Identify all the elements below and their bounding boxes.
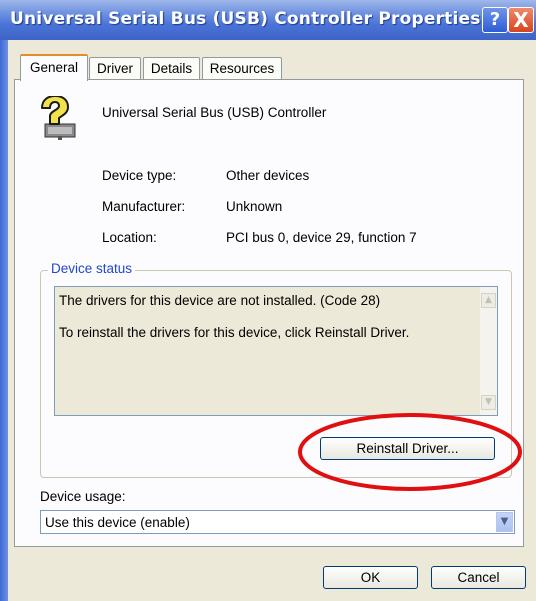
device-usage-value: Use this device (enable) (45, 515, 190, 530)
tab-resources[interactable]: Resources (202, 57, 282, 80)
device-type-label: Device type: (102, 168, 177, 183)
device-usage-label: Device usage: (40, 489, 126, 504)
scroll-up-arrow-icon[interactable]: ▲ (481, 293, 496, 308)
manufacturer-label: Manufacturer: (102, 199, 186, 214)
device-type-value: Other devices (226, 168, 310, 183)
help-button[interactable]: ? (482, 7, 508, 33)
location-value: PCI bus 0, device 29, function 7 (226, 230, 417, 245)
title-bar[interactable]: Universal Serial Bus (USB) Controller Pr… (0, 0, 536, 40)
location-label: Location: (102, 230, 157, 245)
device-status-textbox[interactable]: The drivers for this device are not inst… (54, 286, 498, 416)
status-line-code: The drivers for this device are not inst… (59, 293, 381, 308)
window-frame-left (0, 40, 8, 601)
status-line-instruction: To reinstall the drivers for this device… (59, 325, 410, 340)
status-scrollbar[interactable]: ▲ ▼ (480, 287, 497, 415)
tab-details[interactable]: Details (143, 57, 200, 80)
window-title: Universal Serial Bus (USB) Controller Pr… (10, 9, 481, 29)
tab-driver[interactable]: Driver (89, 57, 141, 80)
reinstall-driver-button[interactable]: Reinstall Driver... (320, 437, 495, 460)
properties-dialog: Universal Serial Bus (USB) Controller Pr… (0, 0, 536, 601)
manufacturer-value: Unknown (226, 199, 283, 214)
chevron-down-icon[interactable]: ▼ (496, 512, 513, 532)
ok-button[interactable]: OK (323, 566, 418, 589)
unknown-device-question-icon (41, 96, 76, 140)
tab-general[interactable]: General (20, 54, 88, 81)
device-usage-select[interactable]: Use this device (enable) ▼ (40, 510, 515, 534)
scroll-down-arrow-icon[interactable]: ▼ (481, 395, 496, 410)
cancel-button[interactable]: Cancel (431, 566, 526, 589)
device-name: Universal Serial Bus (USB) Controller (102, 105, 327, 120)
close-button[interactable]: X (508, 7, 534, 33)
device-status-label: Device status (48, 261, 136, 276)
